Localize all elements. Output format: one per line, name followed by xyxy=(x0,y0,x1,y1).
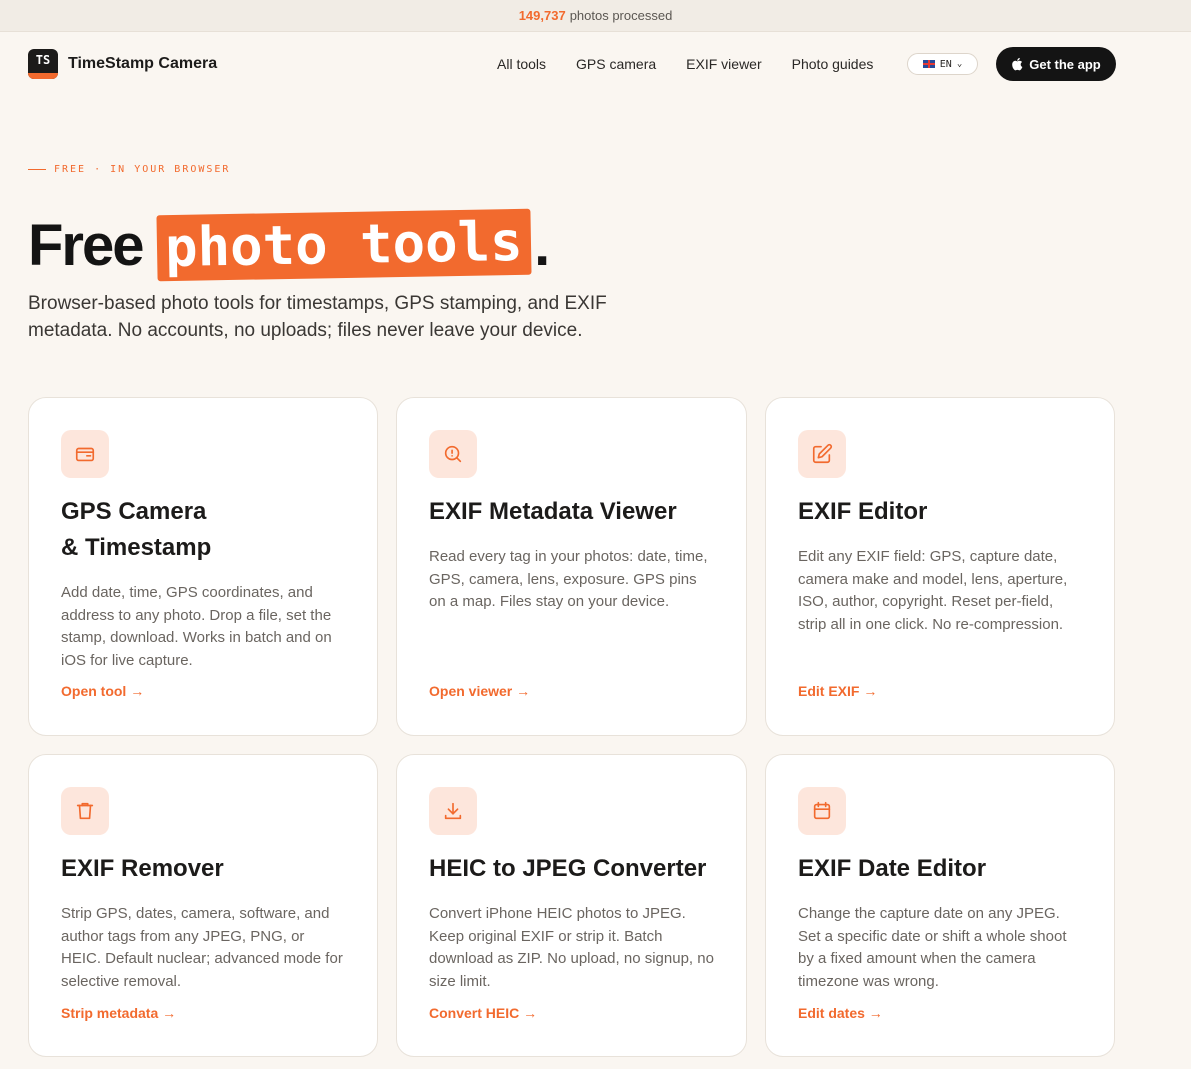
icon-container xyxy=(429,787,477,835)
photos-count: 149,737 xyxy=(518,8,566,23)
card-title: GPS Camera & Timestamp xyxy=(61,494,345,566)
brand-name: TimeStamp Camera xyxy=(68,55,218,72)
tool-card-heic-converter[interactable]: HEIC to JPEG Converter Convert iPhone HE… xyxy=(396,754,747,1057)
eyebrow-line xyxy=(28,169,46,170)
tool-card-exif-editor[interactable]: EXIF Editor Edit any EXIF field: GPS, ca… xyxy=(765,397,1115,736)
card-description: Edit any EXIF field: GPS, capture date, … xyxy=(798,548,1068,633)
main-nav: TS TimeStamp Camera All tools GPS camera… xyxy=(0,32,1191,96)
download-icon xyxy=(444,802,462,820)
icon-container xyxy=(798,787,846,835)
apple-icon xyxy=(1012,57,1023,71)
icon-container xyxy=(798,430,846,478)
uk-flag-icon xyxy=(922,60,935,68)
card-title: EXIF Date Editor xyxy=(798,855,987,882)
card-title: HEIC to JPEG Converter xyxy=(429,855,707,882)
nav-link-photo-guides[interactable]: Photo guides xyxy=(792,56,874,72)
hero-subtitle: Browser-based photo tools for timestamps… xyxy=(28,293,607,341)
open-viewer-link[interactable]: Open viewer → xyxy=(429,683,530,699)
get-app-label: Get the app xyxy=(1029,56,1101,72)
nav-link-exif-viewer[interactable]: EXIF viewer xyxy=(686,56,761,72)
tool-card-exif-viewer[interactable]: EXIF Metadata Viewer Read every tag in y… xyxy=(396,397,747,736)
trash-icon xyxy=(76,802,94,820)
chevron-down-icon: ⌄ xyxy=(956,59,963,69)
calendar-icon xyxy=(813,801,831,820)
gps-card-icon xyxy=(75,447,95,462)
edit-dates-link[interactable]: Edit dates → xyxy=(798,1005,883,1021)
open-tool-link[interactable]: Open tool → xyxy=(61,683,144,699)
photos-count-label: photos processed xyxy=(569,8,673,23)
card-description: Convert iPhone HEIC photos to JPEG. Keep… xyxy=(429,905,714,990)
eyebrow-text: FREE · IN YOUR BROWSER xyxy=(54,164,231,175)
card-title: EXIF Remover xyxy=(61,855,224,882)
edit-exif-link[interactable]: Edit EXIF → xyxy=(798,683,877,699)
card-description: Read every tag in your photos: date, tim… xyxy=(429,548,708,610)
card-title-line1: GPS Camera xyxy=(61,498,207,525)
card-description: Strip GPS, dates, camera, software, and … xyxy=(61,905,343,990)
card-title: EXIF Metadata Viewer xyxy=(429,498,677,525)
hero-eyebrow: FREE · IN YOUR BROWSER xyxy=(28,164,230,175)
nav-link-all-tools[interactable]: All tools xyxy=(497,56,546,72)
title-highlight: photo tools xyxy=(155,208,531,282)
convert-heic-link[interactable]: Convert HEIC → xyxy=(429,1005,537,1021)
card-description: Change the capture date on any JPEG. Set… xyxy=(798,905,1067,990)
nav-links: All tools GPS camera EXIF viewer Photo g… xyxy=(497,56,903,72)
page-title: Free photo tools . xyxy=(28,205,550,285)
card-description: Add date, time, GPS coordinates, and add… xyxy=(61,584,332,669)
tool-card-exif-remover[interactable]: EXIF Remover Strip GPS, dates, camera, s… xyxy=(28,754,378,1057)
card-title-line2: & Timestamp xyxy=(61,534,212,561)
icon-container xyxy=(61,787,109,835)
tool-card-exif-date-editor[interactable]: EXIF Date Editor Change the capture date… xyxy=(765,754,1115,1057)
language-selector[interactable]: EN ⌄ xyxy=(907,53,978,75)
stats-banner: 149,737 photos processed xyxy=(0,0,1191,32)
icon-container xyxy=(429,430,477,478)
edit-icon xyxy=(812,443,833,464)
title-period: . xyxy=(534,212,550,278)
get-app-button[interactable]: Get the app xyxy=(996,47,1116,81)
card-title: EXIF Editor xyxy=(798,498,928,525)
nav-link-gps-camera[interactable]: GPS camera xyxy=(576,56,656,72)
title-free: Free xyxy=(28,212,145,278)
logo: TS xyxy=(28,49,58,79)
language-code: EN xyxy=(939,58,952,70)
search-icon xyxy=(444,445,462,463)
icon-container xyxy=(61,430,109,478)
tool-card-gps-camera[interactable]: GPS Camera & Timestamp Add date, time, G… xyxy=(28,397,378,736)
brand-link[interactable]: TS TimeStamp Camera xyxy=(28,49,217,79)
strip-metadata-link[interactable]: Strip metadata → xyxy=(61,1005,176,1021)
